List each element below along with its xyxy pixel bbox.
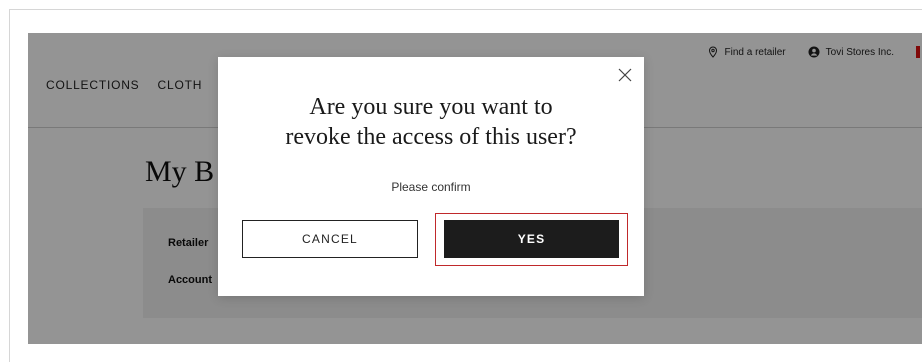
confirm-revoke-dialog: Are you sure you want to revoke the acce… <box>218 57 644 296</box>
cancel-button[interactable]: CANCEL <box>242 220 418 258</box>
dialog-title: Are you sure you want to revoke the acce… <box>285 94 577 150</box>
close-icon[interactable] <box>616 66 634 84</box>
yes-button[interactable]: YES <box>444 220 619 258</box>
dialog-subtitle: Please confirm <box>391 180 471 194</box>
